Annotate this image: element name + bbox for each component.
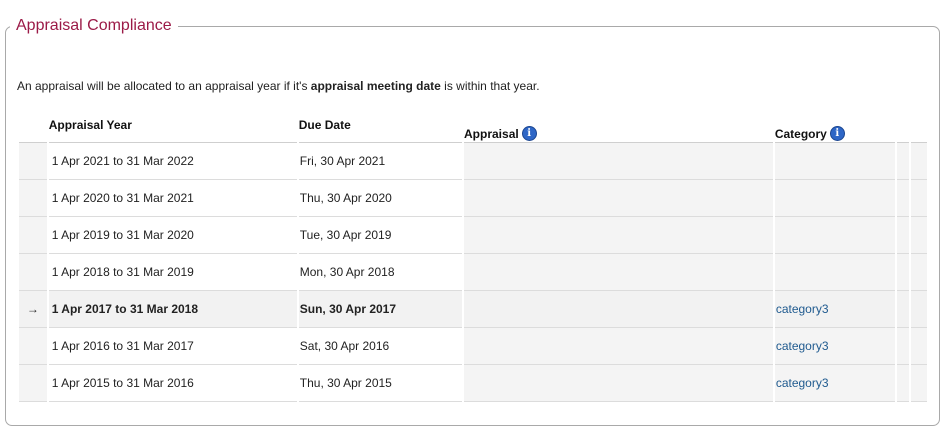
category-cell — [774, 254, 896, 291]
appraisal-year-cell: 1 Apr 2019 to 31 Mar 2020 — [48, 217, 297, 254]
column-header-appraisal: Appraisal i — [464, 108, 773, 143]
table-row[interactable]: 1 Apr 2018 to 31 Mar 2019 Mon, 30 Apr 20… — [19, 254, 927, 291]
appraisal-cell — [464, 143, 773, 180]
appraisal-cell — [464, 365, 773, 402]
appraisal-year-cell: 1 Apr 2018 to 31 Mar 2019 — [48, 254, 297, 291]
current-row-arrow-icon: → — [19, 291, 47, 328]
row-marker-cell — [19, 217, 47, 254]
empty-cell — [897, 365, 910, 402]
empty-cell — [897, 217, 910, 254]
category-cell — [774, 180, 896, 217]
due-date-cell: Fri, 30 Apr 2021 — [298, 143, 463, 180]
appraisal-info-icon[interactable]: i — [521, 125, 537, 141]
appraisal-year-cell: 1 Apr 2020 to 31 Mar 2021 — [48, 180, 297, 217]
row-marker-cell — [19, 143, 47, 180]
table-row[interactable]: 1 Apr 2020 to 31 Mar 2021 Thu, 30 Apr 20… — [19, 180, 927, 217]
category-link[interactable]: category3 — [776, 376, 829, 390]
intro-text-start: An appraisal will be allocated to an app… — [17, 79, 311, 93]
intro-text: An appraisal will be allocated to an app… — [17, 78, 540, 94]
appraisal-year-cell: 1 Apr 2021 to 31 Mar 2022 — [48, 143, 297, 180]
category-cell: category3 — [774, 328, 896, 365]
category-link[interactable]: category3 — [776, 339, 829, 353]
appraisal-year-cell: 1 Apr 2017 to 31 Mar 2018 — [48, 291, 297, 328]
empty-cell — [911, 217, 927, 254]
due-date-cell: Sat, 30 Apr 2016 — [298, 328, 463, 365]
empty-column-header — [911, 108, 927, 143]
empty-cell — [897, 328, 910, 365]
column-header-appraisal-year: Appraisal Year — [48, 108, 297, 143]
row-marker-cell — [19, 365, 47, 402]
category-cell: category3 — [774, 365, 896, 402]
table-row[interactable]: 1 Apr 2019 to 31 Mar 2020 Tue, 30 Apr 20… — [19, 217, 927, 254]
marker-column-header — [19, 108, 47, 143]
appraisal-cell — [464, 254, 773, 291]
due-date-cell: Thu, 30 Apr 2020 — [298, 180, 463, 217]
empty-cell — [911, 328, 927, 365]
table-row[interactable]: 1 Apr 2016 to 31 Mar 2017 Sat, 30 Apr 20… — [19, 328, 927, 365]
table-header-row: Appraisal Year Due Date Appraisal i Categ… — [19, 108, 927, 143]
category-cell — [774, 217, 896, 254]
current-year-row[interactable]: → 1 Apr 2017 to 31 Mar 2018 Sun, 30 Apr … — [19, 291, 927, 328]
due-date-cell: Tue, 30 Apr 2019 — [298, 217, 463, 254]
category-cell — [774, 143, 896, 180]
empty-cell — [897, 291, 910, 328]
panel-title: Appraisal Compliance — [10, 16, 178, 36]
empty-cell — [897, 180, 910, 217]
row-marker-cell — [19, 254, 47, 291]
appraisal-cell — [464, 180, 773, 217]
empty-cell — [911, 365, 927, 402]
empty-cell — [911, 180, 927, 217]
empty-cell — [911, 143, 927, 180]
empty-cell — [911, 291, 927, 328]
due-date-cell: Mon, 30 Apr 2018 — [298, 254, 463, 291]
intro-text-bold: appraisal meeting date — [310, 79, 441, 93]
category-header-label: Category — [774, 126, 827, 141]
column-header-category: Category i — [774, 108, 896, 143]
row-marker-cell — [19, 328, 47, 365]
appraisal-cell — [464, 217, 773, 254]
appraisal-years-table: Appraisal Year Due Date Appraisal i Categ… — [17, 108, 929, 402]
category-info-icon[interactable]: i — [829, 125, 845, 141]
empty-cell — [911, 254, 927, 291]
row-marker-cell — [19, 180, 47, 217]
column-header-due-date: Due Date — [298, 108, 463, 143]
appraisal-year-cell: 1 Apr 2016 to 31 Mar 2017 — [48, 328, 297, 365]
empty-cell — [897, 254, 910, 291]
appraisal-header-label: Appraisal — [464, 126, 519, 141]
due-date-cell: Thu, 30 Apr 2015 — [298, 365, 463, 402]
table-row[interactable]: 1 Apr 2021 to 31 Mar 2022 Fri, 30 Apr 20… — [19, 143, 927, 180]
due-date-cell: Sun, 30 Apr 2017 — [298, 291, 463, 328]
category-link[interactable]: category3 — [776, 302, 829, 316]
appraisal-year-cell: 1 Apr 2015 to 31 Mar 2016 — [48, 365, 297, 402]
intro-text-end: is within that year. — [440, 79, 540, 93]
appraisal-cell — [464, 328, 773, 365]
appraisal-cell — [464, 291, 773, 328]
empty-cell — [897, 143, 910, 180]
table-row[interactable]: 1 Apr 2015 to 31 Mar 2016 Thu, 30 Apr 20… — [19, 365, 927, 402]
category-cell: category3 — [774, 291, 896, 328]
empty-column-header — [897, 108, 910, 143]
